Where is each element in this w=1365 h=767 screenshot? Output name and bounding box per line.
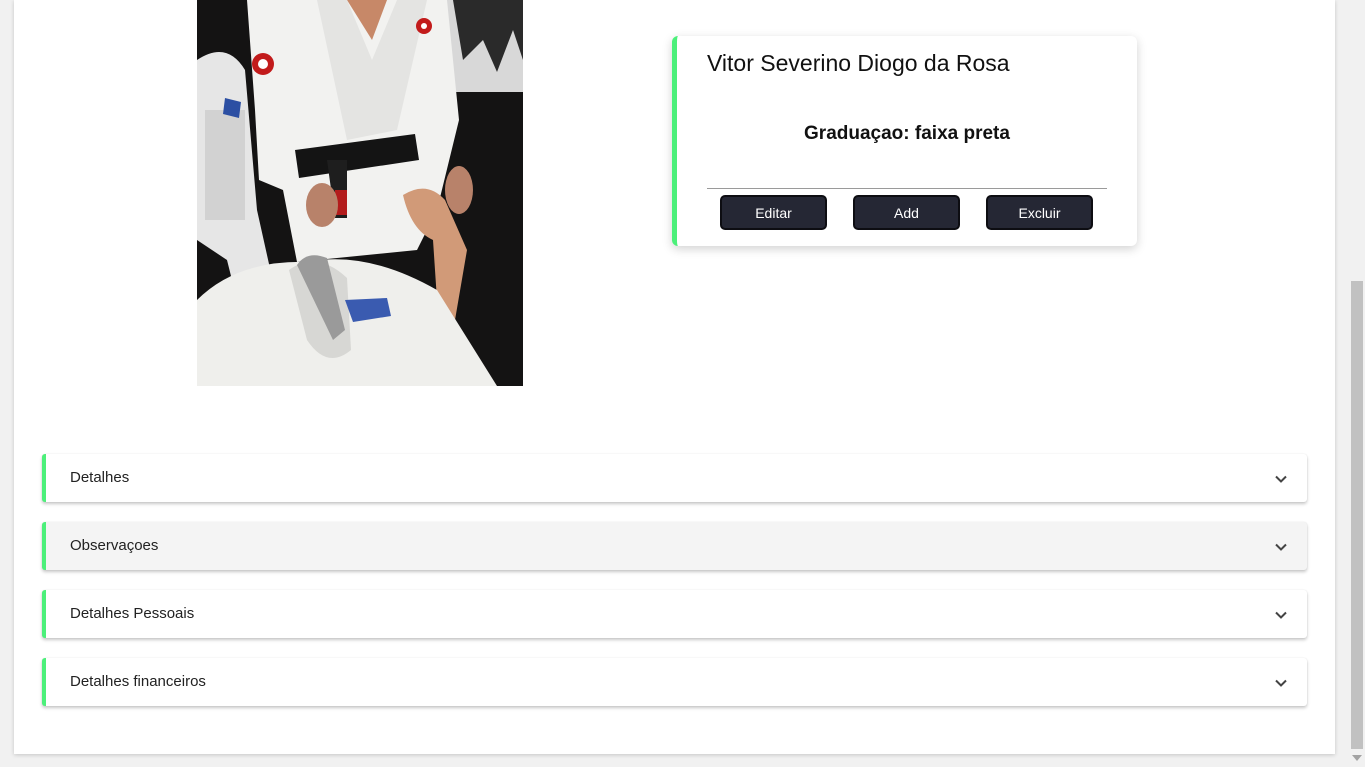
- scroll-down-arrow-icon[interactable]: [1352, 755, 1362, 761]
- graduation-text: Graduaçao: faixa preta: [804, 123, 1010, 144]
- edit-button[interactable]: Editar: [720, 195, 827, 230]
- accordion-label: Detalhes financeiros: [70, 673, 206, 690]
- accordion-label: Observaçoes: [70, 537, 159, 554]
- chevron-down-icon: [1275, 475, 1287, 483]
- profile-card: Vitor Severino Diogo da Rosa Graduaçao: …: [672, 36, 1137, 246]
- page-container: Vitor Severino Diogo da Rosa Graduaçao: …: [14, 0, 1335, 754]
- add-button[interactable]: Add: [853, 195, 960, 230]
- accordion-label: Detalhes Pessoais: [70, 605, 195, 622]
- accordion-financial-details[interactable]: Detalhes financeiros: [42, 658, 1307, 706]
- student-name: Vitor Severino Diogo da Rosa: [707, 50, 1010, 76]
- card-divider: [707, 188, 1107, 189]
- chevron-down-icon: [1275, 543, 1287, 551]
- chevron-down-icon: [1275, 679, 1287, 687]
- accordion-details[interactable]: Detalhes: [42, 454, 1307, 502]
- accordion-observations[interactable]: Observaçoes: [42, 522, 1307, 570]
- chevron-down-icon: [1275, 611, 1287, 619]
- accordion-label: Detalhes: [70, 469, 130, 486]
- profile-photo: [197, 0, 523, 386]
- scrollbar-thumb[interactable]: [1351, 281, 1363, 749]
- accordion-personal-details[interactable]: Detalhes Pessoais: [42, 590, 1307, 638]
- delete-button[interactable]: Excluir: [986, 195, 1093, 230]
